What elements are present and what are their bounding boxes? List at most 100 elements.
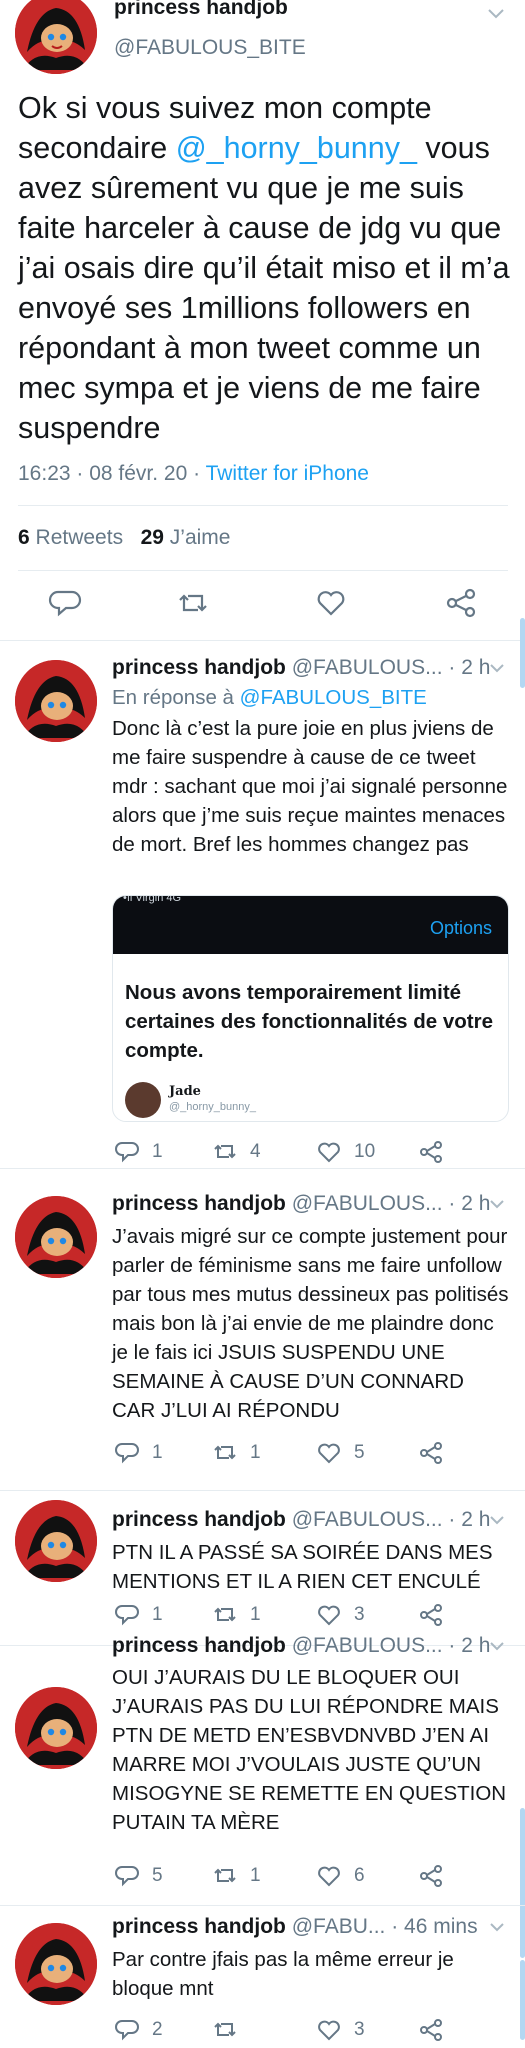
tweet-timestamp: · 46 mins	[391, 1915, 478, 1938]
avatar[interactable]	[15, 1500, 97, 1582]
display-name[interactable]: princess handjob	[112, 1192, 286, 1215]
chevron-down-icon[interactable]	[489, 1512, 505, 1530]
tweet-text: Ok si vous suivez mon compte secondaire …	[18, 88, 516, 448]
reply-text: Donc là c’est la pure joie en plus jvien…	[112, 717, 508, 856]
tweet-actions	[18, 586, 508, 626]
like-icon	[318, 1605, 340, 1626]
reply-tweet[interactable]: princess handjob @FABULOUS... · 2 h J’av…	[0, 1168, 525, 1490]
reply-button[interactable]: 5	[114, 1861, 163, 1891]
reply-tweet[interactable]: princess handjob @FABU... · 46 mins Par …	[0, 1905, 525, 2048]
display-name[interactable]: princess handjob	[112, 1634, 286, 1657]
user-handle[interactable]: @FABULOUS...	[292, 1192, 443, 1215]
share-button[interactable]	[418, 1438, 444, 1468]
in-reply-to: En réponse à @FABULOUS_BITE	[112, 686, 427, 710]
embedded-screenshot-card[interactable]: •ıl Virgin 4G Options Nous avons tempora…	[112, 895, 509, 1122]
avatar[interactable]	[15, 0, 97, 74]
retweet-button[interactable]: 4	[212, 1137, 261, 1167]
tweet-timestamp: · 2 h	[448, 1192, 491, 1215]
reply-header: princess handjob @FABULOUS... · 2 h	[112, 1192, 490, 1216]
retweet-button[interactable]: 1	[212, 1438, 261, 1468]
tweet-timestamp: · 2 h	[448, 656, 491, 679]
reply-text: PTN IL A PASSÉ SA SOIRÉE DANS MES MENTIO…	[112, 1541, 493, 1593]
scrollbar[interactable]	[520, 1960, 525, 2040]
avatar[interactable]	[15, 1687, 97, 1769]
card-handle: @_horny_bunny_	[169, 1101, 257, 1113]
reply-tweet[interactable]: princess handjob @FABULOUS... · 2 h OUI …	[0, 1634, 525, 1915]
share-button[interactable]	[418, 1600, 444, 1630]
like-icon	[318, 1142, 340, 1163]
like-count: 3	[354, 2019, 365, 2040]
chevron-down-icon[interactable]	[489, 1638, 505, 1656]
tweet-timestamp: · 2 h	[448, 1634, 491, 1657]
divider	[18, 505, 508, 506]
reply-count: 1	[152, 1442, 163, 1463]
like-button[interactable]: 10	[316, 1137, 375, 1167]
display-name[interactable]: princess handjob	[112, 656, 286, 679]
avatar[interactable]	[15, 1923, 97, 2005]
display-name[interactable]: princess handjob	[114, 0, 288, 20]
in-reply-prefix: En réponse à	[112, 686, 240, 709]
like-button[interactable]: 3	[316, 1600, 365, 1630]
like-icon	[318, 1443, 340, 1464]
retweet-count[interactable]: 6	[18, 526, 30, 549]
tweet-actions: 2 3	[112, 2015, 492, 2045]
reply-icon	[115, 1866, 139, 1887]
avatar[interactable]	[15, 660, 97, 742]
user-handle[interactable]: @FABULOUS_BITE	[114, 36, 306, 60]
retweet-button[interactable]	[212, 2015, 250, 2045]
reply-button[interactable]: 1	[114, 1137, 163, 1167]
card-message: Nous avons temporairement limité certain…	[125, 981, 493, 1062]
chevron-down-icon[interactable]	[489, 660, 505, 678]
mention-link[interactable]: @_horny_bunny_	[176, 131, 417, 165]
retweet-icon	[214, 1607, 236, 1622]
reply-tweet[interactable]: princess handjob @FABULOUS... · 2 h En r…	[0, 640, 525, 1168]
chevron-down-icon[interactable]	[487, 4, 505, 25]
share-icon	[420, 1604, 442, 1626]
reply-button[interactable]: 1	[114, 1438, 163, 1468]
tweet-source[interactable]: Twitter for iPhone	[206, 462, 369, 485]
retweet-icon[interactable]	[176, 586, 210, 620]
status-bar: •ıl Virgin 4G	[123, 895, 182, 904]
share-button[interactable]	[418, 2015, 444, 2045]
reply-button[interactable]: 1	[114, 1600, 163, 1630]
like-count[interactable]: 29	[141, 526, 164, 549]
tweet-actions: 1 1 3	[112, 1600, 492, 1630]
retweet-label[interactable]: Retweets	[36, 526, 124, 549]
share-button[interactable]	[418, 1861, 444, 1891]
avatar[interactable]	[15, 1196, 97, 1278]
like-label[interactable]: J’aime	[170, 526, 231, 549]
retweet-icon	[214, 2022, 236, 2037]
user-handle[interactable]: @FABULOUS...	[292, 656, 443, 679]
main-tweet: princess handjob @FABULOUS_BITE Ok si vo…	[0, 0, 525, 640]
reply-text: Par contre jfais pas la même erreur je b…	[112, 1948, 454, 2000]
reply-text: OUI J’AURAIS DU LE BLOQUER OUI J’AURAIS …	[112, 1666, 507, 1834]
chevron-down-icon[interactable]	[489, 1919, 505, 1937]
reply-icon[interactable]	[48, 586, 82, 620]
reply-button[interactable]: 2	[114, 2015, 163, 2045]
tweet-actions: 1 1 5	[112, 1438, 492, 1468]
user-handle[interactable]: @FABULOUS...	[292, 1634, 443, 1657]
retweet-button[interactable]: 1	[212, 1861, 261, 1891]
like-count: 3	[354, 1604, 365, 1625]
like-icon[interactable]	[314, 586, 348, 620]
reply-header: princess handjob @FABULOUS... · 2 h	[112, 1508, 490, 1532]
share-icon[interactable]	[444, 586, 478, 620]
options-link[interactable]: Options	[430, 918, 492, 939]
share-button[interactable]	[418, 1137, 444, 1167]
retweet-icon	[214, 1445, 236, 1460]
user-handle[interactable]: @FABULOUS...	[292, 1508, 443, 1531]
retweet-button[interactable]: 1	[212, 1600, 261, 1630]
like-button[interactable]: 6	[316, 1861, 365, 1891]
reply-count: 1	[152, 1141, 163, 1162]
chevron-down-icon[interactable]	[489, 1196, 505, 1214]
user-handle[interactable]: @FABU...	[292, 1915, 386, 1938]
display-name[interactable]: princess handjob	[112, 1915, 286, 1938]
like-button[interactable]: 5	[316, 1438, 365, 1468]
reply-icon	[115, 1605, 139, 1626]
like-button[interactable]: 3	[316, 2015, 365, 2045]
tweet-timestamp: · 2 h	[448, 1508, 491, 1531]
reply-tweet[interactable]: princess handjob @FABULOUS... · 2 h PTN …	[0, 1490, 525, 1645]
display-name[interactable]: princess handjob	[112, 1508, 286, 1531]
mention-link[interactable]: @FABULOUS_BITE	[240, 686, 427, 709]
like-icon	[318, 1866, 340, 1887]
